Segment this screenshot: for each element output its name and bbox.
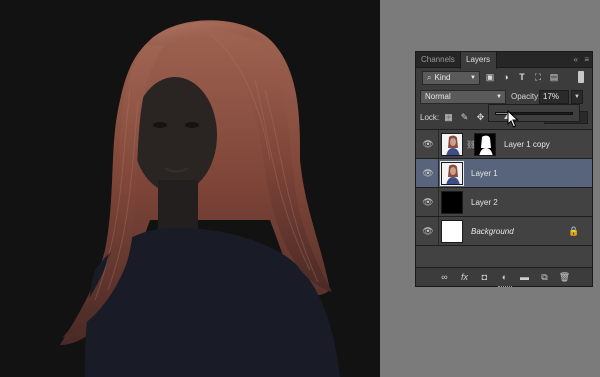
filter-toggle[interactable] <box>578 71 584 83</box>
blend-mode-select[interactable]: Normal ▼ <box>420 90 506 104</box>
mask-link-icon[interactable]: ⛓ <box>466 139 476 150</box>
tab-channels[interactable]: Channels <box>416 52 460 68</box>
document-canvas[interactable] <box>0 0 380 377</box>
lock-icon[interactable]: 🔒 <box>568 226 579 237</box>
photo-image <box>60 20 340 377</box>
tab-layers[interactable]: Layers <box>460 52 497 69</box>
opacity-dropdown-button[interactable]: ▼ <box>571 90 583 104</box>
layers-panel: Channels Layers « ≡ ⌕ Kind ▼ ▣ ◑ T ⛶ ▤ No… <box>415 51 593 287</box>
search-icon: ⌕ <box>427 73 432 82</box>
row-divider <box>438 159 439 187</box>
resize-grip[interactable] <box>498 286 512 289</box>
row-divider <box>438 188 439 216</box>
kind-filter-label: Kind <box>434 73 451 82</box>
layer-row[interactable]: 👁 Layer 2 <box>416 188 592 217</box>
lock-pixels-icon[interactable]: ✎ <box>459 112 470 123</box>
opacity-slider-popup <box>488 104 580 122</box>
shape-filter-icon[interactable]: ⛶ <box>532 72 544 83</box>
lock-transparency-icon[interactable]: ▦ <box>443 112 454 123</box>
smart-object-filter-icon[interactable]: ▤ <box>548 72 560 83</box>
layer-row-selected[interactable]: 👁 Layer 1 <box>416 159 592 188</box>
visibility-eye-icon[interactable]: 👁 <box>422 196 434 208</box>
adjustment-filter-icon[interactable]: ◑ <box>500 72 512 83</box>
layer-thumbnail <box>441 220 463 243</box>
trash-icon[interactable]: 🗑 <box>558 271 571 283</box>
visibility-eye-icon[interactable]: 👁 <box>422 138 434 150</box>
link-icon[interactable]: ∞ <box>438 271 451 283</box>
visibility-eye-icon[interactable]: 👁 <box>422 167 434 179</box>
mouse-cursor-icon <box>507 110 519 128</box>
chevron-down-icon: ▼ <box>496 94 502 100</box>
type-filter-icon[interactable]: T <box>516 72 528 83</box>
collapse-icon[interactable]: « <box>574 55 578 64</box>
folder-icon[interactable]: ▬ <box>518 271 531 283</box>
layer-filter-bar: ⌕ Kind ▼ ▣ ◑ T ⛶ ▤ <box>420 70 588 88</box>
adjustment-icon[interactable]: ◐ <box>498 271 511 283</box>
lock-position-icon[interactable]: ✥ <box>475 112 486 123</box>
mask-icon[interactable]: ◘ <box>478 271 491 283</box>
chevron-down-icon: ▼ <box>470 75 476 81</box>
visibility-eye-icon[interactable]: 👁 <box>422 225 434 237</box>
layer-row[interactable]: 👁 Background 🔒 <box>416 217 592 246</box>
lock-label: Lock: <box>420 113 440 122</box>
fx-icon[interactable]: fx <box>458 271 471 283</box>
layer-name[interactable]: Layer 2 <box>471 188 498 217</box>
layer-list: 👁 ⛓ Layer 1 copy 👁 Layer 1 👁 Layer 2 👁 B… <box>416 129 592 269</box>
layer-row[interactable]: 👁 ⛓ Layer 1 copy <box>416 130 592 159</box>
pixel-filter-icon[interactable]: ▣ <box>484 72 496 83</box>
kind-filter-select[interactable]: ⌕ Kind ▼ <box>422 71 480 85</box>
panel-tab-bar: Channels Layers « ≡ <box>416 52 592 69</box>
layer-mask-thumbnail[interactable] <box>474 133 496 156</box>
opacity-input[interactable]: 17% <box>539 90 569 104</box>
panel-menu-icon[interactable]: ≡ <box>584 55 589 64</box>
layer-name[interactable]: Layer 1 copy <box>504 130 550 159</box>
new-layer-icon[interactable]: ⧉ <box>538 271 551 283</box>
row-divider <box>438 130 439 158</box>
layer-thumbnail <box>440 161 464 186</box>
opacity-label: Opacity: <box>511 92 541 101</box>
row-divider <box>438 217 439 245</box>
layer-thumbnail <box>441 133 463 156</box>
layer-thumbnail <box>441 191 463 214</box>
blend-mode-label: Normal <box>425 92 451 101</box>
layer-name[interactable]: Layer 1 <box>471 159 498 188</box>
layer-name[interactable]: Background <box>471 217 514 246</box>
panel-footer: ∞ fx ◘ ◐ ▬ ⧉ 🗑 <box>416 267 592 289</box>
